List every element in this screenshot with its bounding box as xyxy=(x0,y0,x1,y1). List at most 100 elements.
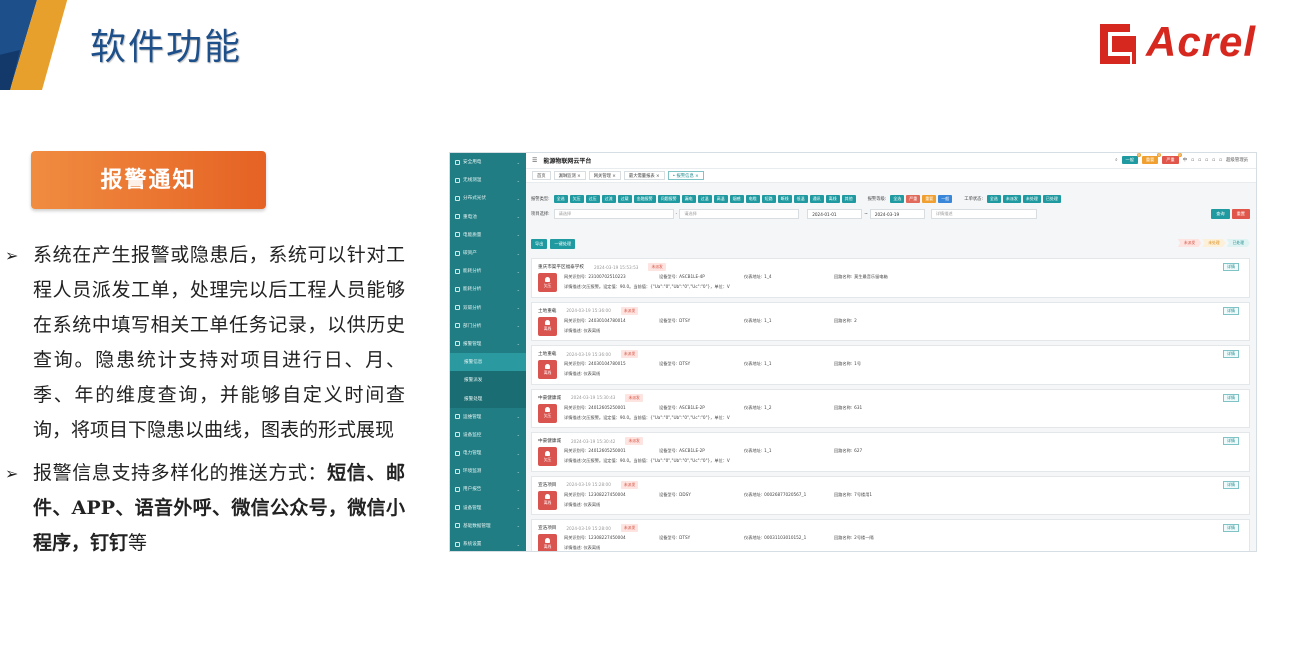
alarm-type-chip[interactable]: 离线 xyxy=(825,195,840,203)
sidebar-item[interactable]: 系统设置 ⌄ xyxy=(450,535,526,551)
sidebar-item[interactable]: 设备管理 ⌄ xyxy=(450,499,526,517)
date-from-input[interactable]: 2024-01-01 xyxy=(807,209,863,219)
card-status-badge: 未派发 xyxy=(620,306,639,315)
sidebar-item[interactable]: 基础数据管理 ⌄ xyxy=(450,517,526,535)
alarm-type-chip[interactable]: 过温 xyxy=(697,195,712,203)
alarm-type-chip[interactable]: 通讯 xyxy=(809,195,824,203)
alarm-type-chip[interactable]: 断线 xyxy=(777,195,792,203)
query-button[interactable]: 查询 xyxy=(1211,209,1230,219)
sidebar-item[interactable]: 报警管理 ⌄ xyxy=(450,335,526,353)
sidebar-item[interactable]: 重电池 ⌄ xyxy=(450,208,526,226)
detail-button[interactable]: 详情 xyxy=(1223,263,1239,271)
bell-icon[interactable]: ▫ xyxy=(1219,158,1222,163)
grid-icon[interactable]: ▫ xyxy=(1198,158,1201,163)
user-name[interactable]: 超级管理员 xyxy=(1226,157,1248,163)
detail-button[interactable]: 详情 xyxy=(1223,350,1239,358)
sidebar-item[interactable]: 电力管理 ⌄ xyxy=(450,444,526,462)
menu-item-icon xyxy=(455,195,460,201)
sidebar-item[interactable]: 运维管理 ⌄ xyxy=(450,408,526,426)
alarm-level-badge[interactable]: 严重 0 xyxy=(1162,153,1182,164)
dash: - xyxy=(675,211,678,217)
alarm-level-chip[interactable]: 全选 xyxy=(890,195,905,203)
alarm-level-badge[interactable]: 一般 0 xyxy=(1121,153,1141,164)
screen-icon[interactable]: ▫ xyxy=(1205,158,1208,163)
alarm-type-chip[interactable]: 短路 xyxy=(761,195,776,203)
detail-button[interactable]: 详情 xyxy=(1223,480,1239,489)
sidebar-item[interactable]: 分布式光伏 ⌄ xyxy=(450,189,526,207)
sidebar-item[interactable]: 设备监控 ⌄ xyxy=(450,426,526,444)
detail-button[interactable]: 详情 xyxy=(1223,393,1239,402)
card-field-label: 回路名称: xyxy=(834,404,853,410)
bullet-text: 系统在产生报警或隐患后，系统可以针对工程人员派发工单，处理完以后工程人员能够在系… xyxy=(33,244,405,441)
sidebar-item[interactable]: 环境监测 ⌄ xyxy=(450,462,526,480)
card-field-gateway: 网关识别号: 24030104780014 xyxy=(564,318,659,324)
alarm-type-chip[interactable]: 其他 xyxy=(841,195,856,203)
sidebar-item[interactable]: 能耗分析 ⌄ xyxy=(450,262,526,280)
reset-button[interactable]: 重置 xyxy=(1231,209,1250,219)
alarm-type-icon-label: 欠压 xyxy=(543,282,552,288)
action-bar: 导出 一键处理 未派发 未处理 已处理 xyxy=(531,238,1250,250)
alarm-type-chip[interactable]: 烟感 xyxy=(729,195,744,203)
theme-icon[interactable]: ▫ xyxy=(1212,158,1215,163)
tab-item[interactable]: 漏琳监测 × xyxy=(553,171,586,180)
sidebar-item[interactable]: 用户报告 ⌄ xyxy=(450,480,526,498)
tab-item[interactable]: • 报警信息 × xyxy=(667,171,704,180)
alarm-type-chip[interactable]: 过载 xyxy=(617,195,632,203)
description-input[interactable]: 详情描述 xyxy=(930,209,1037,219)
sidebar-subitem[interactable]: 报警处理 xyxy=(450,389,526,408)
detail-button[interactable]: 详情 xyxy=(1223,306,1239,315)
card-field-value: 24012605250001 xyxy=(588,404,626,410)
work-order-status-chip[interactable]: 未处理 xyxy=(1022,195,1041,203)
alarm-type-chip[interactable]: 过压 xyxy=(585,195,600,203)
alarm-type-chip[interactable]: 高温 xyxy=(713,195,728,203)
alarm-card: 土地重载 2024-03-19 15:36:00 未派发 离线 网关识别号: 240301… xyxy=(531,301,1250,341)
menu-item-icon xyxy=(455,323,460,329)
card-status-badge: 未派发 xyxy=(620,524,639,532)
detail-button[interactable]: 详情 xyxy=(1223,437,1239,445)
batch-process-button[interactable]: 一键处理 xyxy=(550,239,576,249)
alarm-type-chip[interactable]: 问题报警 xyxy=(657,195,680,203)
work-order-status-chip[interactable]: 未派发 xyxy=(1002,195,1021,203)
work-order-status-chip[interactable]: 已处理 xyxy=(1042,195,1061,203)
alarm-type-chip[interactable]: 全选 xyxy=(553,195,568,203)
card-field-value: ASCB1LE-2P xyxy=(679,404,705,410)
alarm-type-chip[interactable]: 过流 xyxy=(601,195,616,203)
menu-icon[interactable]: ☰ xyxy=(532,157,537,164)
sidebar-item[interactable]: 碳资产 ⌄ xyxy=(450,244,526,262)
sidebar-subitem[interactable]: 报警派发 xyxy=(450,371,526,390)
alarm-level-chip[interactable]: 重要 xyxy=(922,195,937,203)
project-select[interactable]: 请选择 xyxy=(553,209,674,219)
project-sub-select[interactable]: 请选择 xyxy=(679,209,800,219)
language-switch[interactable]: 中 xyxy=(1183,157,1187,163)
alarm-type-chip[interactable]: 电缆 xyxy=(745,195,760,203)
sidebar-subitem[interactable]: 报警信息 xyxy=(450,353,526,372)
export-button[interactable]: 导出 xyxy=(531,239,548,249)
detail-button[interactable]: 详情 xyxy=(1223,524,1239,532)
card-site-name: 中豪健康城 xyxy=(538,439,561,444)
tab-item[interactable]: 网关管理 × xyxy=(588,171,621,180)
fullscreen-icon[interactable]: ▫ xyxy=(1191,158,1194,163)
alarm-type-chip[interactable]: 漏电 xyxy=(681,195,696,203)
tab-item[interactable]: 最大需量报表 × xyxy=(623,171,665,180)
work-order-status-chip[interactable]: 全选 xyxy=(986,195,1001,203)
sidebar-item[interactable]: 部门分析 ⌄ xyxy=(450,317,526,335)
alarm-type-chip[interactable]: 金融报警 xyxy=(633,195,656,203)
sidebar-item[interactable]: 能耗分析 ⌄ xyxy=(450,280,526,298)
search-icon[interactable]: ⌕ xyxy=(1115,157,1117,163)
sidebar-item[interactable]: 双碳分析 ⌄ xyxy=(450,299,526,317)
date-to-input[interactable]: 2024-03-19 xyxy=(869,209,925,219)
alarm-level-chip[interactable]: 严重 xyxy=(906,195,921,203)
alarm-level-badge[interactable]: 重要 0 xyxy=(1141,153,1162,164)
sidebar-item[interactable]: 安全用电 ⌄ xyxy=(450,153,526,171)
sidebar-item[interactable]: 电能质量 ⌄ xyxy=(450,226,526,244)
alarm-type-chip[interactable]: 欠压 xyxy=(569,195,584,203)
sidebar-item[interactable]: 无线测温 ⌄ xyxy=(450,171,526,189)
sidebar-item-label: 设备监控 xyxy=(463,432,482,438)
chevron-down-icon: ⌄ xyxy=(516,305,520,311)
alarm-level-chip[interactable]: 一般 xyxy=(938,195,953,203)
tab-item[interactable]: 首页 xyxy=(532,171,551,180)
card-field-value: 7号楼用1 xyxy=(854,491,873,497)
sidebar-item-label: 部门分析 xyxy=(463,323,482,329)
card-info-line: 网关识别号: 24012605250001 设备型号: ASCB1LE-2P 仪表地址:… xyxy=(564,448,924,454)
alarm-type-chip[interactable]: 低温 xyxy=(793,195,808,203)
